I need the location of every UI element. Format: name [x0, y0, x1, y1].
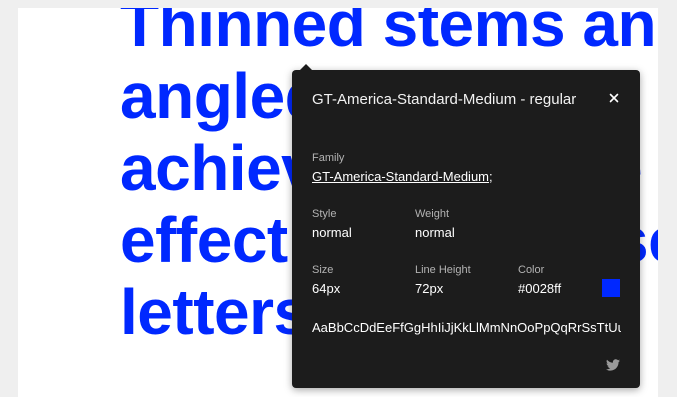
- color-value: #0028ff: [518, 281, 562, 296]
- family-link[interactable]: GT-America-Standard-Medium: [312, 169, 489, 184]
- popup-pointer: [300, 64, 312, 70]
- size-label: Size: [312, 264, 334, 276]
- close-icon[interactable]: [606, 90, 622, 106]
- color-swatch: [602, 279, 620, 297]
- page: Thinned stems and angled spurs achieve t…: [0, 0, 677, 397]
- weight-label: Weight: [415, 208, 450, 220]
- family-label: Family: [312, 152, 345, 164]
- weight-value: normal: [415, 225, 455, 240]
- popup-title: GT-America-Standard-Medium - regular: [312, 91, 577, 108]
- style-value: normal: [312, 225, 352, 240]
- line-height-label: Line Height: [415, 264, 471, 276]
- size-value: 64px: [312, 281, 341, 296]
- alphabet-preview: AaBbCcDdEeFfGgHhIiJjKkLlMmNnOoPpQqRrSsTt…: [312, 320, 621, 335]
- family-value: GT-America-Standard-Medium;: [312, 168, 493, 185]
- font-inspector-popup: GT-America-Standard-Medium - regular Fam…: [292, 64, 640, 388]
- line-height-value: 72px: [415, 281, 444, 296]
- twitter-icon[interactable]: [606, 358, 620, 371]
- color-label: Color: [518, 264, 545, 276]
- family-suffix: ;: [489, 169, 493, 184]
- style-label: Style: [312, 208, 337, 220]
